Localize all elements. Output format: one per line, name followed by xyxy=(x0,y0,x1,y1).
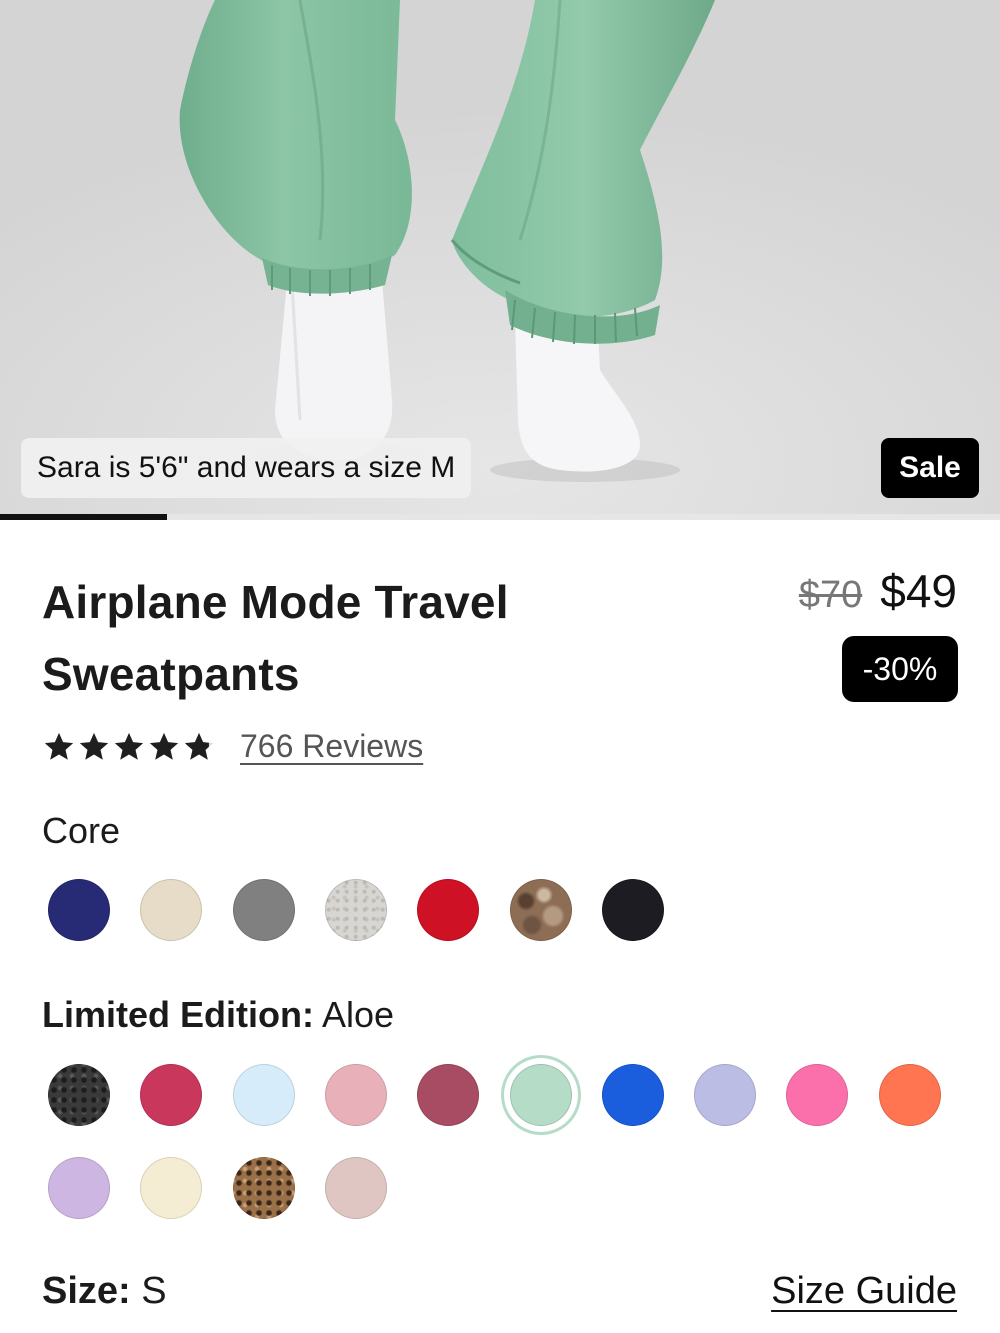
swatch-core-navy[interactable] xyxy=(48,879,110,941)
core-label: Core xyxy=(42,810,121,851)
swatch-core-black[interactable] xyxy=(601,879,664,941)
product-title-line2: Sweatpants xyxy=(42,648,300,700)
swatch-core-cream[interactable] xyxy=(140,879,203,941)
selected-color-name: Aloe xyxy=(321,994,395,1035)
swatch-limited-aloe[interactable] xyxy=(509,1064,572,1126)
rating-row: 766 Reviews xyxy=(42,728,423,765)
swatch-core-grey[interactable] xyxy=(232,879,295,941)
model-size-caption: Sara is 5'6" and wears a size M xyxy=(21,438,472,498)
star-icon xyxy=(79,732,109,760)
swatch-core-red[interactable] xyxy=(417,879,480,941)
selected-size: S xyxy=(141,1270,167,1312)
price-row: $70 $49 xyxy=(799,564,957,618)
swatch-limited-orange[interactable] xyxy=(878,1064,941,1126)
original-price: $70 xyxy=(798,574,863,616)
product-title-line1: Airplane Mode Travel xyxy=(42,576,509,628)
swatch-limited-hot-pink[interactable] xyxy=(786,1064,849,1126)
swatch-limited-lilac[interactable] xyxy=(48,1157,110,1219)
swatch-limited-cobalt[interactable] xyxy=(601,1064,664,1126)
swatch-limited-black-leopard[interactable] xyxy=(48,1064,110,1126)
swatch-limited-blush[interactable] xyxy=(324,1157,387,1219)
product-title: Airplane Mode Travel Sweatpants xyxy=(42,566,682,710)
carousel-progress-indicator xyxy=(0,514,167,520)
size-guide-link[interactable]: Size Guide xyxy=(771,1270,957,1313)
reviews-link[interactable]: 766 Reviews xyxy=(240,728,423,765)
swatch-limited-ivory[interactable] xyxy=(140,1157,203,1219)
size-label: Size: S xyxy=(42,1270,167,1313)
swatch-core-heather-grey[interactable] xyxy=(324,879,387,941)
swatch-limited-periwinkle[interactable] xyxy=(694,1064,757,1126)
swatch-limited-wine[interactable] xyxy=(417,1064,480,1126)
star-icon xyxy=(44,732,74,760)
star-rating xyxy=(42,730,216,764)
star-icon xyxy=(114,732,144,760)
swatch-limited-sky[interactable] xyxy=(232,1064,295,1126)
swatch-limited-raspberry[interactable] xyxy=(140,1064,203,1126)
discount-badge: -30% xyxy=(842,636,958,702)
swatch-limited-leopard[interactable] xyxy=(232,1157,295,1219)
swatch-limited-pink[interactable] xyxy=(324,1064,387,1126)
star-icon xyxy=(149,732,179,760)
star-partial-icon xyxy=(184,732,214,760)
size-label-text: Size: xyxy=(42,1270,131,1312)
sale-badge: Sale xyxy=(881,438,979,498)
limited-colors-label: Limited Edition: Aloe xyxy=(42,994,394,1036)
core-colors-label: Core xyxy=(42,810,120,852)
limited-label: Limited Edition: xyxy=(42,994,314,1035)
product-image[interactable]: Sara is 5'6" and wears a size M Sale xyxy=(0,0,1000,518)
swatch-core-camo-brown[interactable] xyxy=(509,879,572,941)
sale-price: $49 xyxy=(880,565,957,617)
